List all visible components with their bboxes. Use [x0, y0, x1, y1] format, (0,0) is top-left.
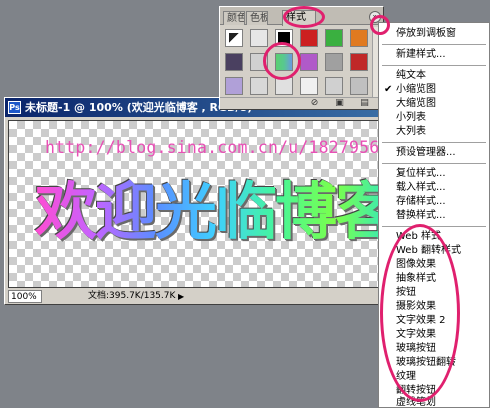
document-info: 文档:395.7K/135.7K [88, 291, 176, 301]
document-window[interactable]: Ps 未标题-1 @ 100% (欢迎光临博客 , RGB/8) http://… [4, 97, 385, 305]
menu-item-preset-manager[interactable]: 预设管理器... [379, 146, 489, 159]
tab-swatches[interactable]: 色板 [246, 11, 268, 25]
document-status-bar: 100% 文档:395.7K/135.7K ▶ [8, 290, 381, 303]
annotation-circle-styles-tab [283, 6, 325, 28]
photoshop-doc-icon: Ps [8, 101, 21, 114]
menu-item-replace-styles[interactable]: 替换样式... [379, 209, 489, 222]
trash-icon[interactable]: ▤ [360, 99, 369, 108]
menu-item-dock[interactable]: 停放到调板窗 [379, 27, 489, 40]
menu-item-reset-styles[interactable]: 复位样式... [379, 167, 489, 180]
menu-item-large-thumbnail[interactable]: 大缩览图 [379, 97, 489, 110]
menu-separator [382, 65, 486, 66]
menu-item-new-style[interactable]: 新建样式... [379, 48, 489, 61]
style-swatch[interactable] [350, 29, 368, 47]
menu-item-small-list[interactable]: 小列表 [379, 111, 489, 124]
style-swatch[interactable] [225, 53, 243, 71]
menu-separator [382, 142, 486, 143]
menu-separator [382, 226, 486, 227]
style-swatch[interactable] [325, 29, 343, 47]
style-swatch[interactable] [250, 29, 268, 47]
style-swatch[interactable] [225, 29, 243, 47]
style-swatch[interactable] [350, 53, 368, 71]
menu-separator [382, 163, 486, 164]
annotation-circle-menu-button [370, 15, 390, 35]
canvas[interactable]: http://blog.sina.com.cn/u/1827956565 欢迎光… [8, 120, 381, 288]
style-swatch[interactable] [350, 77, 368, 95]
menu-item-small-thumbnail[interactable]: ✔ 小缩览图 [379, 83, 489, 96]
style-swatch[interactable] [300, 29, 318, 47]
tab-color[interactable]: 颜色 [223, 11, 245, 25]
style-swatch[interactable] [325, 77, 343, 95]
status-menu-arrow-icon[interactable]: ▶ [178, 290, 184, 303]
check-icon: ✔ [384, 84, 393, 95]
menu-item-library[interactable]: 虚线笔划 [379, 396, 489, 408]
style-swatch[interactable] [225, 77, 243, 95]
style-swatch[interactable] [300, 77, 318, 95]
menu-item-load-styles[interactable]: 载入样式... [379, 181, 489, 194]
menu-item-save-styles[interactable]: 存储样式... [379, 195, 489, 208]
annotation-circle-selected-swatch [263, 42, 301, 80]
new-icon[interactable]: ▣ [335, 99, 344, 108]
no-icon[interactable]: ⊘ [310, 99, 319, 108]
style-swatch[interactable] [325, 53, 343, 71]
style-swatch[interactable] [250, 77, 268, 95]
menu-separator [382, 44, 486, 45]
canvas-url-text: http://blog.sina.com.cn/u/1827956565 [45, 138, 381, 157]
zoom-field[interactable]: 100% [8, 290, 42, 303]
menu-item-large-list[interactable]: 大列表 [379, 125, 489, 138]
annotation-circle-libraries [380, 224, 460, 402]
menu-item-text-only[interactable]: 纯文本 [379, 69, 489, 82]
style-swatch[interactable] [300, 53, 318, 71]
canvas-title-text: 欢迎光临博客 [35, 161, 380, 251]
palette-footer: ⊘ ▣ ▤ [220, 97, 383, 109]
